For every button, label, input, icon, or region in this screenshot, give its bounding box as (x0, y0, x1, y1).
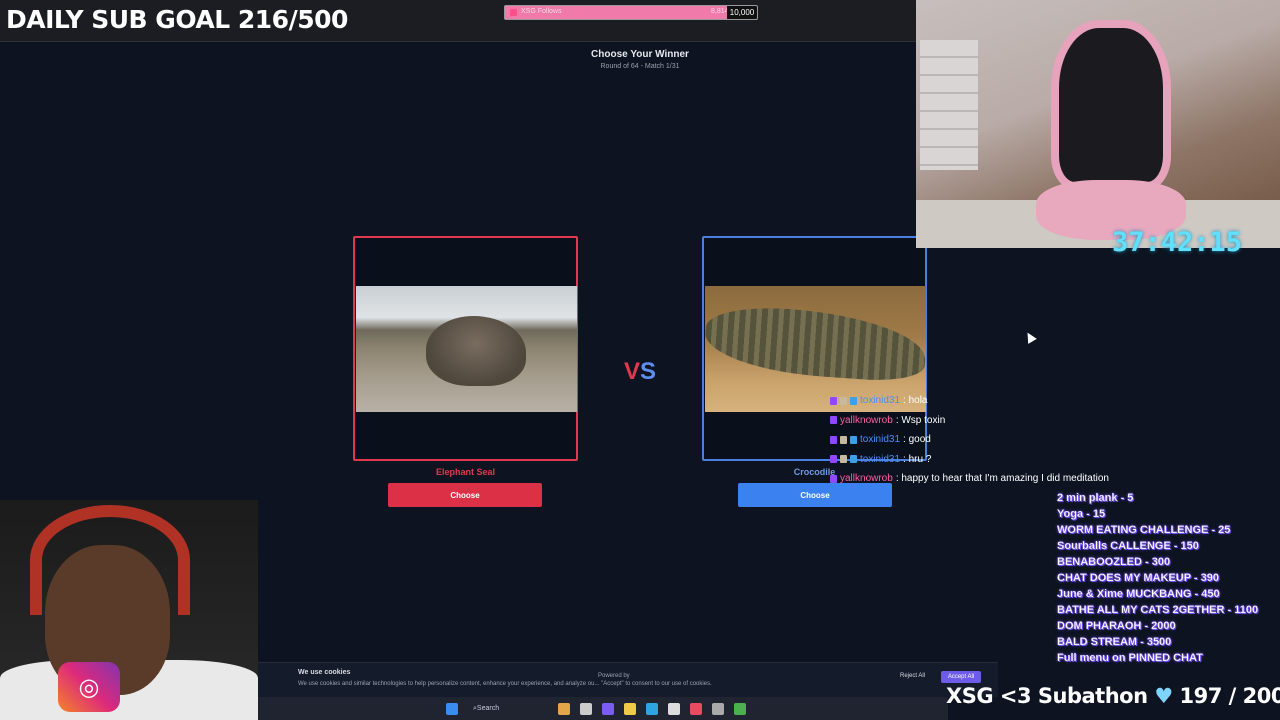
chat-message: toxinid31: good (830, 430, 1109, 450)
mouse-cursor-icon (1023, 330, 1037, 344)
chat-text: : good (903, 434, 931, 446)
cookie-title: We use cookies (298, 669, 351, 676)
chat-overlay: toxinid31: hola yallknowrob: Wsp toxin t… (830, 391, 1109, 489)
cookie-banner: We use cookies We use cookies and simila… (258, 662, 998, 697)
chrome-icon[interactable] (734, 702, 746, 715)
shelf (920, 40, 978, 170)
badge-icon (850, 455, 857, 464)
taskbar-search[interactable]: ⌕ Search (473, 701, 543, 716)
follow-goal-target: 10,000 (727, 6, 757, 19)
menu-item: Full menu on PINNED CHAT (1057, 652, 1203, 664)
menu-item: BATHE ALL MY CATS 2GETHER - 1100 (1057, 604, 1259, 616)
menu-item: Sourballs CALLENGE - 150 (1057, 540, 1199, 552)
subathon-count: 197 / 200 (1179, 684, 1280, 708)
chat-text: : hru ? (903, 453, 932, 465)
badge-icon (840, 396, 847, 405)
chat-username: toxinid31 (860, 395, 901, 407)
page-title: Choose Your Winner (591, 49, 689, 60)
app-icon[interactable] (668, 702, 680, 715)
menu-item: CHAT DOES MY MAKEUP - 390 (1057, 572, 1219, 584)
badge-icon (840, 455, 847, 464)
menu-item: BALD STREAM - 3500 (1057, 636, 1172, 648)
crocodile-figure (703, 303, 928, 384)
app-icon[interactable] (580, 702, 592, 715)
browser-icon[interactable] (646, 702, 658, 715)
badge-icon (830, 474, 837, 483)
windows-start-icon[interactable] (446, 702, 458, 715)
elephant-seal-image (356, 286, 577, 412)
folder-icon[interactable] (624, 702, 636, 715)
choose-left-button[interactable]: Choose (388, 483, 542, 507)
instagram-icon: ◎ (58, 662, 120, 712)
chat-message: yallknowrob: happy to hear that I'm amaz… (830, 469, 1109, 489)
daily-sub-goal: DAILY SUB GOAL 216/500 (6, 5, 348, 34)
gaming-chair (1051, 20, 1171, 190)
app-icon[interactable] (558, 702, 570, 715)
streamer-webcam (916, 0, 1280, 248)
badge-icon (830, 396, 837, 405)
app-icon[interactable] (712, 702, 724, 715)
badge-icon (850, 435, 857, 444)
follow-goal-bar: XSG Follows 8,814 10,000 (504, 5, 758, 20)
subathon-counter: XSG <3 Subathon ♥ 197 / 200 (946, 684, 1280, 708)
badge-icon (830, 455, 837, 464)
menu-item: WORM EATING CHALLENGE - 25 (1057, 524, 1231, 536)
versus-label: VS (618, 358, 662, 386)
chat-username: toxinid31 (860, 453, 901, 465)
menu-item: BENABOOZLED - 300 (1057, 556, 1171, 568)
accept-all-button[interactable]: Accept All (941, 671, 981, 683)
round-subtitle: Round of 64 - Match 1/31 (600, 63, 680, 70)
chat-text: : Wsp toxin (895, 414, 946, 426)
app-icon[interactable] (690, 702, 702, 715)
badge-icon (840, 435, 847, 444)
menu-item: 2 min plank - 5 (1057, 492, 1134, 504)
badge-icon (830, 435, 837, 444)
heart-icon: ♥ (1154, 684, 1173, 708)
subathon-timer: 37:42:15 (1112, 227, 1243, 258)
versus-v: V (623, 358, 640, 385)
badge-icon (830, 416, 837, 425)
chat-username: yallknowrob (840, 414, 893, 426)
chat-text: : happy to hear that I'm amazing I did m… (895, 473, 1109, 485)
cookie-powered-by: Powered by (598, 673, 630, 679)
twitch-icon (510, 9, 517, 16)
menu-item: June & Xime MUCKBANG - 450 (1057, 588, 1220, 600)
menu-item: Yoga - 15 (1057, 508, 1106, 520)
follow-goal-current: 8,814 (711, 8, 729, 15)
chat-text: : hola (903, 395, 928, 407)
chat-message: toxinid31: hola (830, 391, 1109, 411)
app-icon[interactable] (602, 702, 614, 715)
tip-menu: 2 min plank - 5 Yoga - 15 WORM EATING CH… (1057, 490, 1258, 666)
chat-message: yallknowrob: Wsp toxin (830, 411, 1109, 431)
headset (30, 505, 190, 615)
menu-item: DOM PHARAOH - 2000 (1057, 620, 1176, 632)
top-overlay-bar: DAILY SUB GOAL 216/500 XSG Follows 8,814… (0, 0, 916, 42)
chat-username: toxinid31 (860, 434, 901, 446)
chat-message: toxinid31: hru ? (830, 450, 1109, 470)
subathon-label: XSG <3 Subathon (946, 684, 1148, 708)
chat-username: yallknowrob (840, 473, 893, 485)
cookie-text: We use cookies and similar technologies … (298, 681, 712, 687)
follow-goal-label: XSG Follows (521, 8, 562, 15)
left-contender-name: Elephant Seal (435, 467, 496, 477)
reject-all-button[interactable]: Reject All (900, 673, 925, 679)
seal-figure (426, 316, 526, 386)
taskbar: ⌕ Search (258, 697, 948, 720)
taskbar-search-label: Search (476, 705, 500, 712)
versus-s: S (640, 358, 657, 385)
left-contender-card[interactable] (353, 236, 578, 461)
badge-icon (850, 396, 857, 405)
reactor-facecam: ◎ (0, 500, 258, 720)
match-header: Choose Your Winner Round of 64 - Match 1… (520, 49, 760, 70)
